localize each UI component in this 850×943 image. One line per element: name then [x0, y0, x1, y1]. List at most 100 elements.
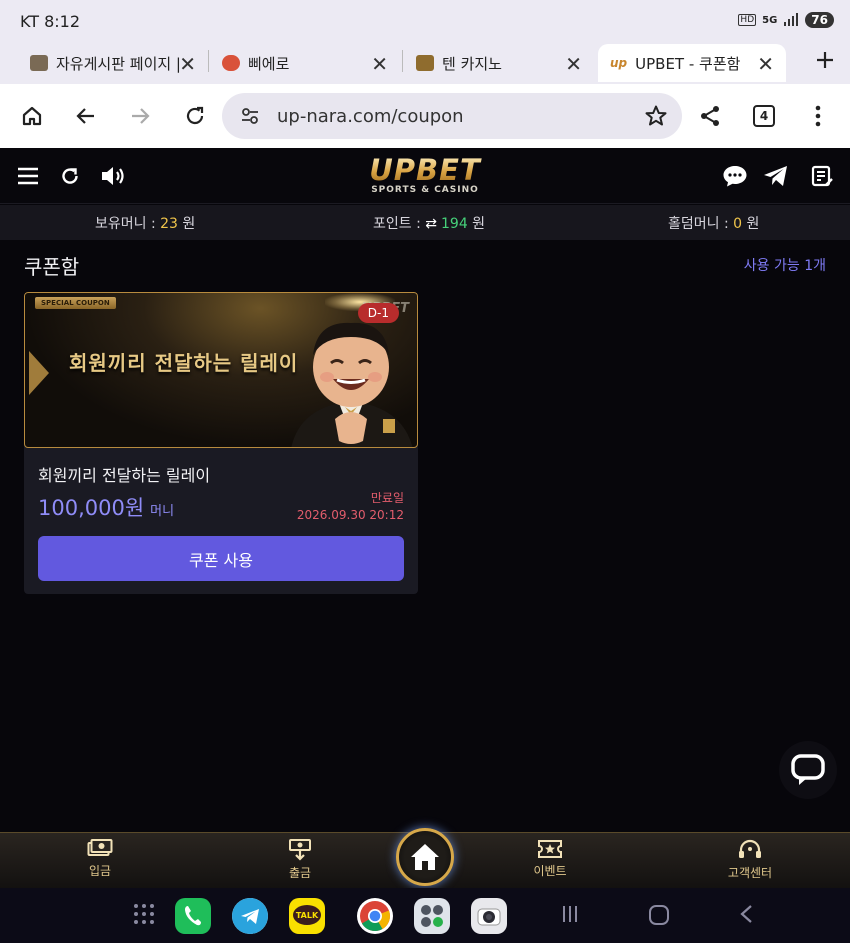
battery-icon: 76 — [805, 12, 834, 28]
special-coupon-tag: SPECIAL COUPON — [35, 297, 116, 309]
available-count: 사용 가능 1개 — [743, 258, 826, 274]
nav-deposit[interactable]: 입금 — [60, 839, 140, 879]
nav-withdraw[interactable]: 출금 — [260, 839, 340, 881]
menu-button[interactable] — [804, 102, 832, 130]
carrier-time: KT 8:12 — [20, 12, 81, 31]
forward-button[interactable] — [126, 102, 154, 130]
telegram-app-icon[interactable] — [232, 898, 268, 934]
expiry-date: 2026.09.30 20:12 — [296, 508, 404, 522]
new-tab-button[interactable] — [816, 46, 834, 76]
browser-tab-2[interactable]: 삐에로 ✕ — [210, 44, 400, 82]
nav-home-button[interactable] — [396, 828, 454, 886]
address-bar[interactable]: up-nara.com/coupon — [222, 93, 682, 139]
tab-title: UPBET - 쿠폰함 — [635, 54, 741, 73]
android-home-icon[interactable] — [648, 904, 670, 931]
browser-tab-1[interactable]: 자유게시판 페이지 | ✕ — [18, 44, 208, 82]
app-drawer-icon[interactable] — [132, 902, 156, 931]
dday-badge: D-1 — [357, 303, 399, 323]
chat-button[interactable] — [721, 162, 749, 190]
logo-sub-text: SPORTS & CASINO — [371, 185, 479, 195]
upbet-favicon-icon: up — [610, 56, 628, 70]
cash-icon — [87, 839, 113, 856]
hamburger-icon — [18, 167, 38, 185]
kakaotalk-app-icon[interactable]: TALK — [289, 898, 325, 934]
points-value: 194 — [441, 216, 468, 232]
close-tab-icon[interactable]: ✕ — [371, 52, 388, 76]
sound-button[interactable] — [100, 162, 128, 190]
points[interactable]: 포인트 : ⇄ 194 원 — [373, 213, 485, 233]
tab-count: 4 — [753, 105, 775, 127]
camera-app-icon[interactable] — [471, 898, 507, 934]
tab-title: 삐에로 — [248, 54, 290, 73]
url-text[interactable]: up-nara.com/coupon — [277, 106, 464, 127]
expiry-label: 만료일 — [370, 491, 404, 505]
coupon-amount-unit: 머니 — [150, 504, 175, 519]
coupon-amount-value: 100,000원 — [38, 496, 145, 520]
share-icon — [701, 106, 719, 126]
tab-divider — [208, 50, 209, 72]
points-label: 포인트 : — [373, 216, 426, 232]
nav-label: 입금 — [88, 864, 112, 878]
swap-icon[interactable]: ⇄ — [425, 216, 437, 232]
slot-favicon-icon — [30, 55, 48, 71]
plus-icon — [817, 52, 833, 68]
coupon-amount: 100,000원 머니 — [38, 492, 174, 522]
tab-title: 텐 카지노 — [442, 54, 502, 73]
android-back-icon[interactable] — [738, 904, 754, 929]
share-button[interactable] — [696, 102, 724, 130]
telegram-button[interactable] — [762, 162, 790, 190]
tab-switcher-button[interactable]: 4 — [750, 102, 778, 130]
live-chat-button[interactable] — [779, 741, 837, 799]
close-tab-icon[interactable]: ✕ — [757, 52, 774, 76]
use-coupon-button[interactable]: 쿠폰 사용 — [38, 536, 404, 581]
reload-button[interactable] — [181, 102, 209, 130]
holding-money: 보유머니 : 23 원 — [95, 213, 195, 233]
browser-toolbar: up-nara.com/coupon 4 — [0, 84, 850, 148]
page-title: 쿠폰함 — [24, 255, 80, 279]
notes-icon — [811, 165, 833, 187]
arrow-left-icon — [76, 108, 94, 124]
banner-arrow-decoration — [29, 351, 49, 395]
close-tab-icon[interactable]: ✕ — [179, 52, 196, 76]
hd-icon: HD — [738, 14, 757, 26]
recents-icon[interactable] — [560, 904, 580, 929]
mascot-illustration — [291, 322, 413, 447]
site-settings-icon[interactable] — [240, 106, 260, 126]
home-icon — [411, 844, 439, 870]
holdem-money: 홀덤머니 : 0 원 — [668, 213, 759, 233]
home-button[interactable] — [18, 102, 46, 130]
holdem-money-value: 0 — [733, 216, 743, 232]
status-bar: KT 8:12 HD 5G 76 — [0, 0, 850, 42]
svg-text:TALK: TALK — [296, 911, 319, 920]
hamburger-menu-button[interactable] — [14, 162, 42, 190]
coupon-title: 회원끼리 전달하는 릴레이 — [38, 466, 211, 485]
bookmark-star-icon[interactable] — [644, 104, 668, 128]
nav-event[interactable]: 이벤트 — [510, 839, 590, 879]
browser-tab-active[interactable]: up UPBET - 쿠폰함 ✕ — [598, 44, 786, 82]
browser-tab-3[interactable]: 텐 카지노 ✕ — [404, 44, 594, 82]
nav-support[interactable]: 고객센터 — [710, 839, 790, 881]
calculator-app-icon[interactable] — [414, 898, 450, 934]
nav-label: 이벤트 — [533, 864, 567, 878]
clown-favicon-icon — [222, 55, 240, 71]
tab-strip: 자유게시판 페이지 | ✕ 삐에로 ✕ 텐 카지노 ✕ up UPBET - 쿠… — [0, 42, 850, 84]
arrow-right-icon — [132, 108, 150, 124]
notes-button[interactable] — [808, 162, 836, 190]
headset-icon — [739, 839, 761, 858]
refresh-button[interactable] — [56, 162, 84, 190]
holding-money-value: 23 — [160, 216, 178, 232]
tab-title: 자유게시판 페이지 | — [56, 54, 181, 73]
holdem-money-label: 홀덤머니 : — [668, 216, 734, 232]
back-button[interactable] — [72, 102, 100, 130]
phone-app-icon[interactable] — [175, 898, 211, 934]
chat-bubble-icon — [723, 166, 747, 187]
chrome-app-icon[interactable] — [357, 898, 393, 934]
nav-label: 고객센터 — [727, 866, 773, 880]
ticket-star-icon — [538, 840, 562, 858]
upbet-logo[interactable]: UPBET SPORTS & CASINO — [360, 155, 490, 195]
signal-icon — [784, 13, 799, 26]
android-dock: TALK — [0, 888, 850, 943]
reload-icon — [186, 106, 204, 125]
close-tab-icon[interactable]: ✕ — [565, 52, 582, 76]
banner-headline: 회원끼리 전달하는 릴레이 — [69, 351, 299, 375]
